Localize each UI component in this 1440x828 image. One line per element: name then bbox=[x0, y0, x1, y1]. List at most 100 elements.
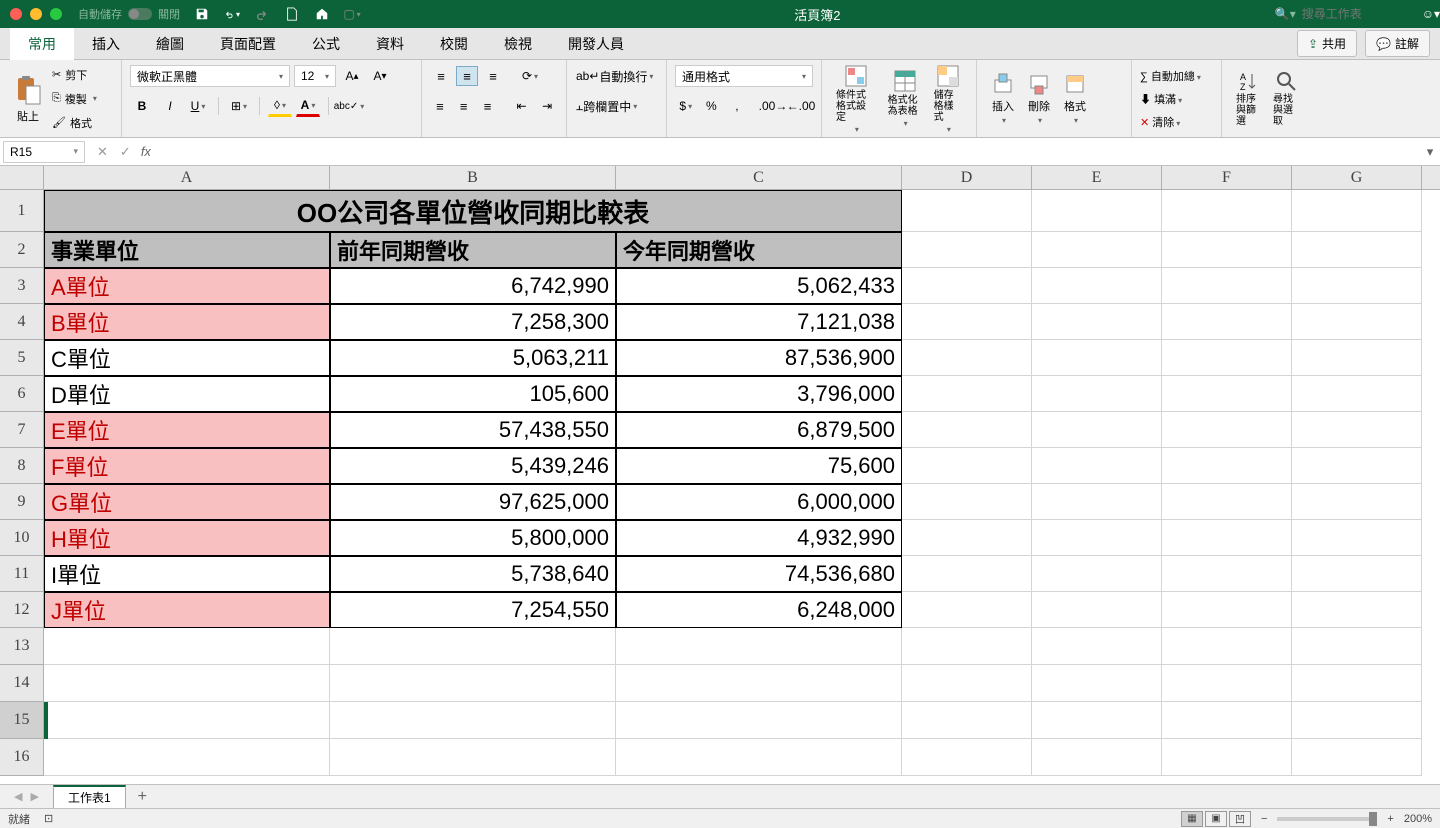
cell[interactable] bbox=[1292, 739, 1422, 776]
row-header-9[interactable]: 9 bbox=[0, 484, 43, 520]
cell[interactable] bbox=[1292, 556, 1422, 592]
cell[interactable] bbox=[1032, 739, 1162, 776]
percent-button[interactable]: % bbox=[701, 95, 723, 117]
cell[interactable]: 3,796,000 bbox=[616, 376, 902, 412]
align-top-button[interactable]: ≡ bbox=[430, 66, 452, 86]
search-box[interactable]: 🔍▾ bbox=[1275, 7, 1402, 21]
decrease-decimal-button[interactable]: ←.00 bbox=[789, 95, 813, 117]
format-painter-button[interactable]: 🖌格式 bbox=[52, 112, 97, 134]
cell[interactable]: 7,254,550 bbox=[330, 592, 616, 628]
autosave-toggle[interactable]: 自動儲存 關閉 bbox=[78, 6, 180, 22]
tab-insert[interactable]: 插入 bbox=[74, 28, 138, 60]
wrap-text-button[interactable]: ab↵ 自動換行▾ bbox=[575, 65, 654, 87]
cell[interactable] bbox=[902, 484, 1032, 520]
cell[interactable] bbox=[616, 739, 902, 776]
cell[interactable]: 6,742,990 bbox=[330, 268, 616, 304]
tab-formulas[interactable]: 公式 bbox=[294, 28, 358, 60]
row-header-13[interactable]: 13 bbox=[0, 628, 43, 665]
cell[interactable] bbox=[1032, 520, 1162, 556]
cell[interactable] bbox=[1162, 702, 1292, 739]
cell[interactable] bbox=[1162, 520, 1292, 556]
cell[interactable]: H單位 bbox=[44, 520, 330, 556]
cell[interactable] bbox=[1032, 232, 1162, 268]
zoom-slider[interactable] bbox=[1277, 817, 1377, 821]
row-header-12[interactable]: 12 bbox=[0, 592, 43, 628]
normal-view-button[interactable]: ▦ bbox=[1181, 811, 1203, 827]
cell[interactable]: 57,438,550 bbox=[330, 412, 616, 448]
cell[interactable] bbox=[616, 665, 902, 702]
align-bottom-button[interactable]: ≡ bbox=[482, 66, 504, 86]
zoom-level[interactable]: 200% bbox=[1404, 813, 1432, 825]
cell[interactable] bbox=[902, 190, 1032, 232]
row-header-3[interactable]: 3 bbox=[0, 268, 43, 304]
cell[interactable]: I單位 bbox=[44, 556, 330, 592]
row-header-2[interactable]: 2 bbox=[0, 232, 43, 268]
sort-filter-button[interactable]: AZ排序與篩選 bbox=[1230, 70, 1267, 127]
search-input[interactable] bbox=[1302, 7, 1402, 21]
cell-styles-button[interactable]: 儲存格樣式▾ bbox=[928, 64, 968, 134]
conditional-format-button[interactable]: 條件式格式設定▾ bbox=[830, 64, 882, 134]
cell[interactable]: G單位 bbox=[44, 484, 330, 520]
formula-input[interactable] bbox=[151, 141, 1420, 163]
cell[interactable] bbox=[902, 448, 1032, 484]
underline-button[interactable]: U▾ bbox=[186, 95, 210, 117]
font-size-select[interactable]: 12▾ bbox=[294, 65, 336, 87]
feedback-icon[interactable]: ☺▾ bbox=[1422, 7, 1440, 21]
indent-decrease-button[interactable]: ⇤ bbox=[511, 95, 533, 117]
cell[interactable] bbox=[902, 520, 1032, 556]
clear-button[interactable]: ✕ 清除▾ bbox=[1140, 114, 1180, 130]
cell[interactable] bbox=[1292, 304, 1422, 340]
sheet-nav-next[interactable]: ▶ bbox=[26, 790, 42, 803]
row-header-14[interactable]: 14 bbox=[0, 665, 43, 702]
shrink-font-button[interactable]: A▾ bbox=[368, 65, 392, 87]
cell[interactable] bbox=[1032, 448, 1162, 484]
cell[interactable] bbox=[1292, 268, 1422, 304]
cell[interactable] bbox=[1032, 376, 1162, 412]
cell[interactable] bbox=[1032, 304, 1162, 340]
cell[interactable] bbox=[1162, 739, 1292, 776]
row-header-15[interactable]: 15 bbox=[0, 702, 43, 739]
name-box[interactable]: R15▾ bbox=[3, 141, 85, 163]
cut-button[interactable]: ✂剪下 bbox=[52, 64, 97, 86]
cell[interactable] bbox=[1032, 628, 1162, 665]
cancel-formula-icon[interactable]: ✕ bbox=[97, 144, 108, 160]
cell[interactable] bbox=[1292, 520, 1422, 556]
col-header-C[interactable]: C bbox=[616, 166, 902, 190]
cell[interactable] bbox=[1032, 340, 1162, 376]
cell[interactable]: D單位 bbox=[44, 376, 330, 412]
cell[interactable] bbox=[902, 592, 1032, 628]
cell[interactable]: 事業單位 bbox=[44, 232, 330, 268]
border-button[interactable]: ⊞▾ bbox=[227, 95, 251, 117]
cell[interactable] bbox=[1032, 412, 1162, 448]
macro-record-icon[interactable]: ⊡ bbox=[44, 812, 53, 825]
col-header-E[interactable]: E bbox=[1032, 166, 1162, 190]
cell[interactable] bbox=[616, 628, 902, 665]
sheet-nav-prev[interactable]: ◀ bbox=[10, 790, 26, 803]
cell[interactable] bbox=[1292, 702, 1422, 739]
col-header-D[interactable]: D bbox=[902, 166, 1032, 190]
row-header-6[interactable]: 6 bbox=[0, 376, 43, 412]
merge-center-button[interactable]: ⫠ 跨欄置中▾ bbox=[575, 95, 638, 117]
fill-color-button[interactable]: ◊▾ bbox=[268, 95, 292, 117]
tab-draw[interactable]: 繪圖 bbox=[138, 28, 202, 60]
bold-button[interactable]: B bbox=[130, 95, 154, 117]
add-sheet-button[interactable]: + bbox=[138, 788, 147, 806]
tab-view[interactable]: 檢視 bbox=[486, 28, 550, 60]
comments-button[interactable]: 💬註解 bbox=[1365, 30, 1430, 57]
cell[interactable] bbox=[1162, 556, 1292, 592]
redo-icon[interactable] bbox=[254, 6, 270, 22]
cell[interactable] bbox=[902, 340, 1032, 376]
align-right-button[interactable]: ≡ bbox=[478, 96, 498, 116]
cell[interactable]: 6,000,000 bbox=[616, 484, 902, 520]
italic-button[interactable]: I bbox=[158, 95, 182, 117]
align-middle-button[interactable]: ≡ bbox=[456, 66, 478, 86]
cell[interactable] bbox=[1032, 665, 1162, 702]
row-header-5[interactable]: 5 bbox=[0, 340, 43, 376]
grow-font-button[interactable]: A▴ bbox=[340, 65, 364, 87]
cell[interactable]: F單位 bbox=[44, 448, 330, 484]
cell[interactable] bbox=[330, 702, 616, 739]
insert-cells-button[interactable]: 插入▾ bbox=[985, 72, 1021, 125]
spreadsheet-grid[interactable]: A B C D E F G 12345678910111213141516 OO… bbox=[0, 166, 1440, 784]
cell[interactable] bbox=[1292, 412, 1422, 448]
row-header-11[interactable]: 11 bbox=[0, 556, 43, 592]
